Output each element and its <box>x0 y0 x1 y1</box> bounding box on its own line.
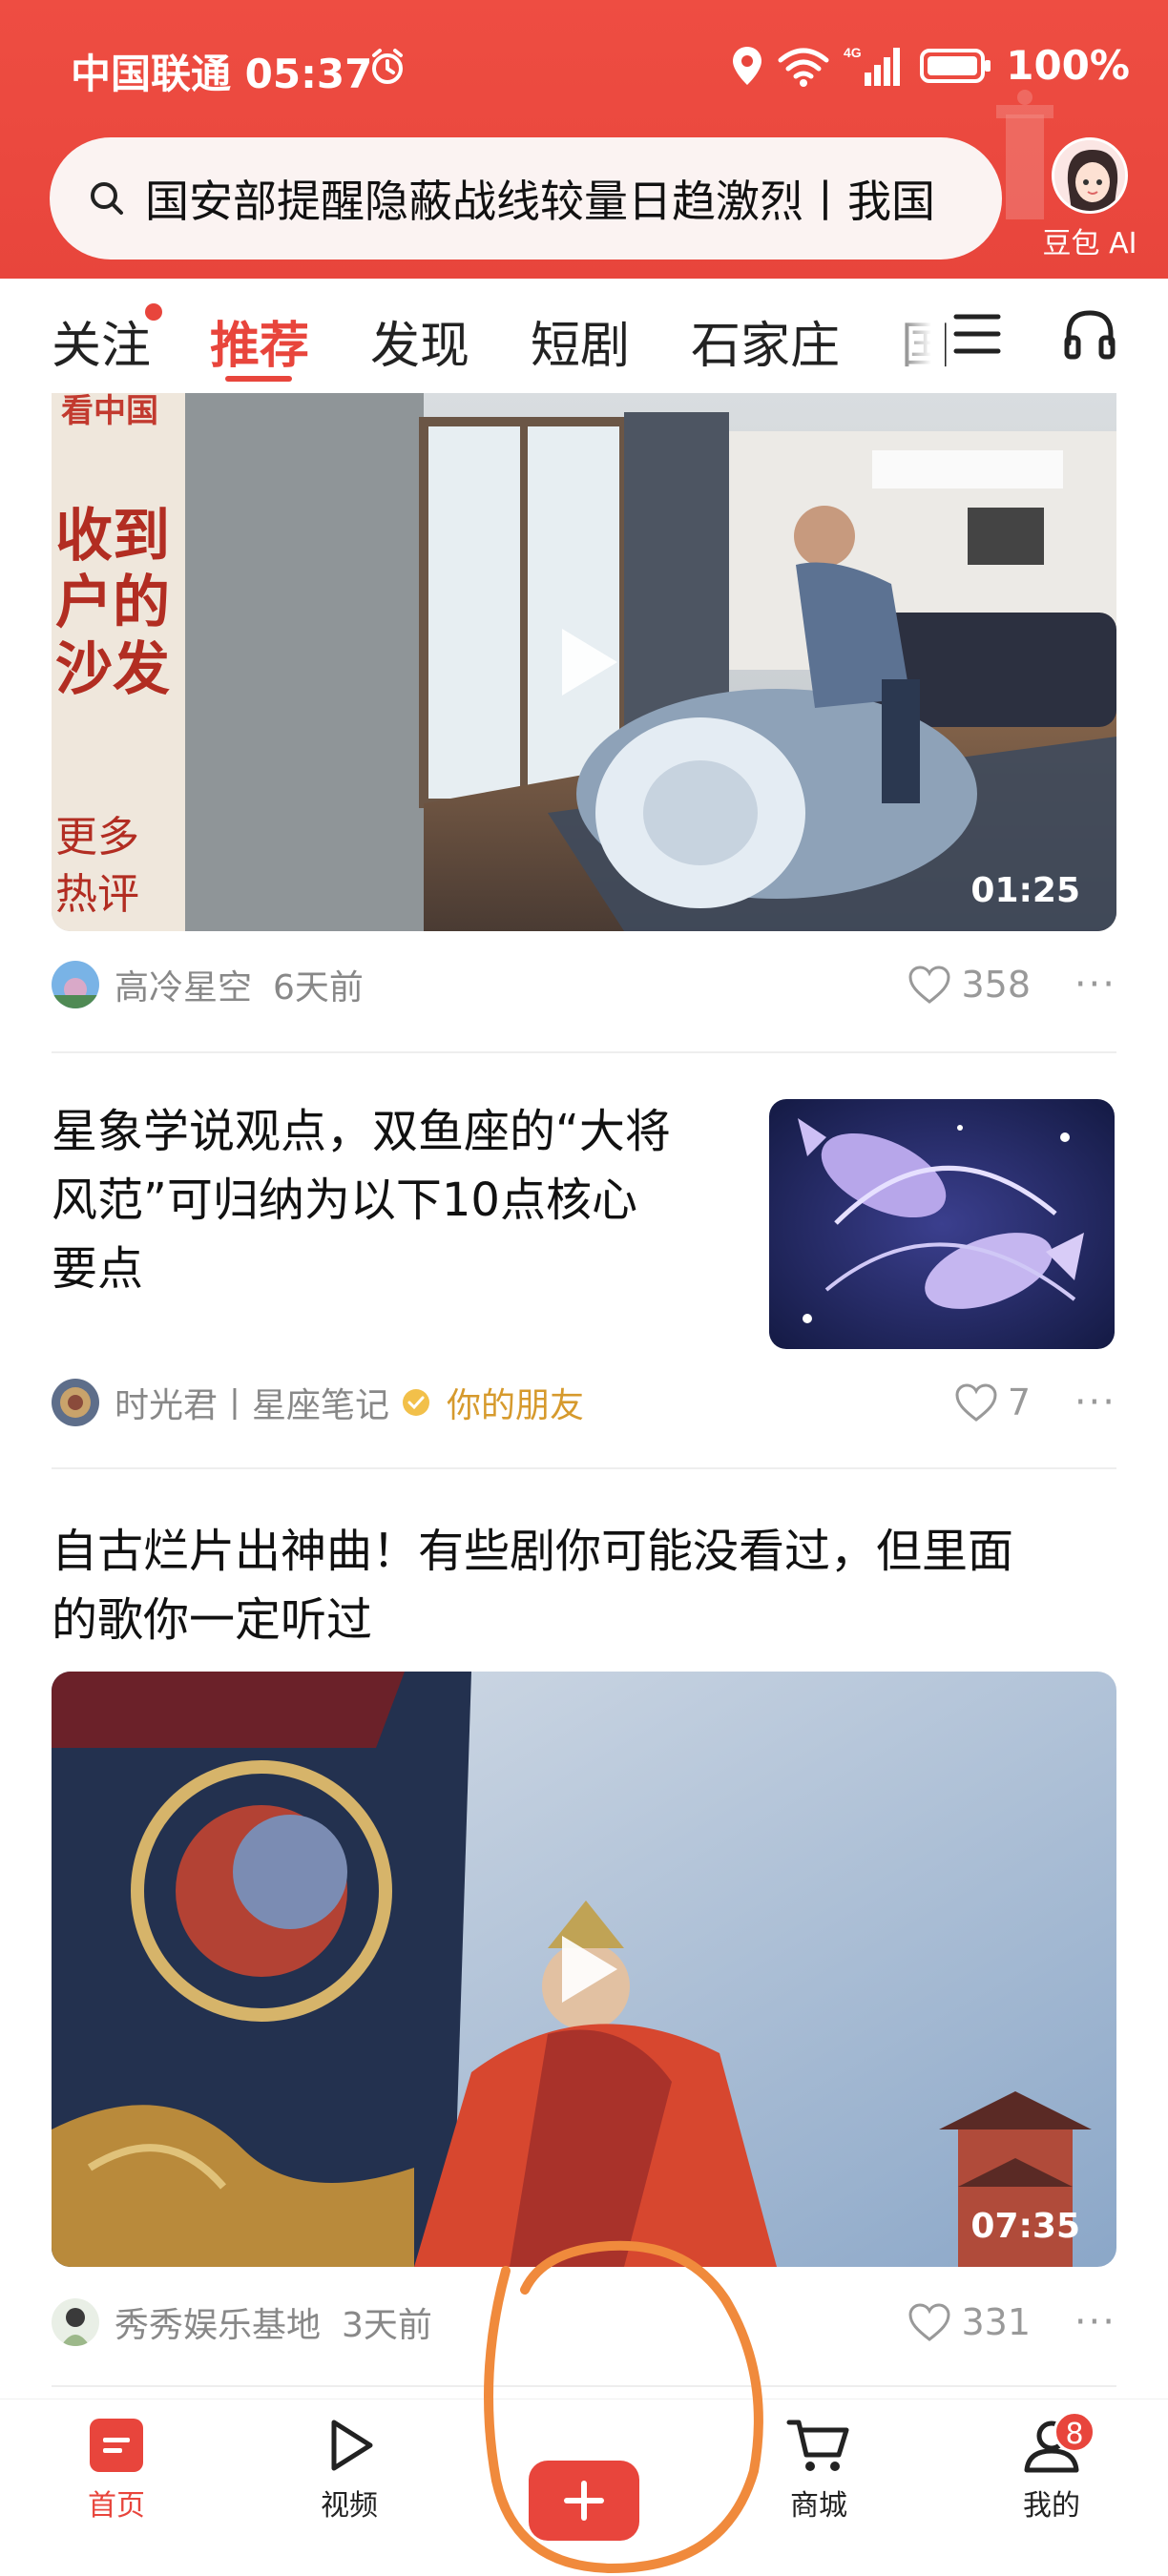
nav-mine[interactable]: 我的 8 <box>975 2411 1128 2524</box>
status-icons: 4G 100% <box>731 42 1130 89</box>
author-name[interactable]: 高冷星空 <box>115 960 252 1009</box>
video-play-icon <box>331 2420 373 2471</box>
search-bar[interactable]: 国安部提醒隐蔽战线较量日趋激烈丨我国 <box>50 137 1002 260</box>
ai-avatar-illustration <box>1054 140 1125 211</box>
like-count: 331 <box>961 2301 1031 2343</box>
author-name[interactable]: 时光君丨星座笔记 <box>115 1378 389 1427</box>
card-3-meta: 秀秀娱乐基地 3天前 331 ··· <box>52 2294 1116 2351</box>
tab-recommend[interactable]: 推荐 <box>210 305 309 377</box>
feed-divider <box>52 2385 1116 2387</box>
poster-text-1: 看中国 <box>61 393 158 430</box>
shopping-cart-icon <box>786 2420 849 2471</box>
publish-plus-button[interactable] <box>529 2461 639 2541</box>
author-avatar[interactable] <box>52 961 99 1008</box>
nav-video[interactable]: 视频 <box>273 2417 426 2524</box>
feed-divider <box>52 1051 1116 1053</box>
tab-discover[interactable]: 发现 <box>370 305 469 377</box>
article-title[interactable]: 星象学说观点，双鱼座的“大将 风范”可归纳为以下10点核心 要点 <box>52 1097 758 1303</box>
headphone-icon[interactable] <box>1061 305 1118 363</box>
poster-text-2: 收到 <box>55 503 170 570</box>
like-count: 7 <box>1007 1381 1031 1423</box>
carrier-time: 中国联通 05:37 <box>71 51 373 97</box>
card-2-meta: 时光君丨星座笔记 你的朋友 7 ··· <box>52 1374 1116 1431</box>
tab-follow[interactable]: 关注 <box>52 305 151 377</box>
cellular-signal-icon: 4G <box>844 45 901 86</box>
nav-video-label: 视频 <box>321 2489 378 2523</box>
poster-text-3: 户的 <box>55 570 170 636</box>
battery-icon <box>920 48 991 83</box>
top-header: 中国联通 05:37 4G 100% 国安部提醒隐蔽战线较量日趋激烈丨我国 豆包… <box>0 0 1168 279</box>
video-duration: 01:25 <box>970 871 1080 910</box>
tab-shijiazhuang[interactable]: 石家庄 <box>691 305 840 377</box>
play-icon[interactable] <box>541 619 627 705</box>
article-title-line: 风范”可归纳为以下10点核心 <box>52 1174 637 1227</box>
post-time: 6天前 <box>273 968 364 1008</box>
video-title-line: 自古烂片出神曲！有些剧你可能没看过，但里面 <box>52 1525 1014 1578</box>
bottom-navigation: 首页 视频 商城 我的 8 <box>0 2399 1168 2576</box>
doubao-ai-button[interactable]: 豆包 AI <box>1031 134 1149 267</box>
poster-text-5: 更多 <box>55 813 139 862</box>
notification-badge: 8 <box>1053 2411 1095 2453</box>
nav-mine-label: 我的 <box>1023 2489 1080 2523</box>
article-title-line: 要点 <box>52 1242 144 1296</box>
article-title-line: 星象学说观点，双鱼座的“大将 <box>52 1105 671 1158</box>
author-name[interactable]: 秀秀娱乐基地 <box>115 2297 321 2347</box>
video-card-1[interactable]: 看中国 收到 户的 沙发 更多 热评 01:25 <box>52 393 1116 931</box>
tab-fade <box>878 279 945 391</box>
video-duration: 07:35 <box>970 2207 1080 2246</box>
more-options-icon[interactable]: ··· <box>1074 1374 1116 1431</box>
location-icon <box>733 46 762 85</box>
author-avatar[interactable] <box>52 1379 99 1426</box>
ai-label: 豆包 AI <box>1042 227 1137 260</box>
heart-icon <box>908 966 950 1004</box>
like-count: 358 <box>961 964 1031 1006</box>
like-button[interactable]: 331 <box>907 2294 1031 2351</box>
heart-icon <box>955 1383 997 1422</box>
wifi-icon <box>778 48 829 87</box>
nav-mall[interactable]: 商城 <box>742 2417 895 2524</box>
search-suggestion-text: 国安部提醒隐蔽战线较量日趋激烈丨我国 <box>145 176 935 227</box>
nav-home-label: 首页 <box>88 2489 145 2523</box>
friend-label: 你的朋友 <box>447 1386 585 1425</box>
network-type: 4G <box>844 45 862 60</box>
more-options-icon[interactable]: ··· <box>1074 956 1116 1013</box>
video-card-3[interactable]: 07:35 <box>52 1672 1116 2267</box>
like-button[interactable]: 358 <box>907 956 1031 1013</box>
follow-notification-dot <box>145 303 162 321</box>
post-time: 3天前 <box>342 2306 432 2345</box>
tab-short-drama[interactable]: 短剧 <box>531 305 630 377</box>
menu-icon[interactable] <box>950 307 1004 361</box>
poster-text-6: 热评 <box>55 870 139 919</box>
alarm-icon <box>372 49 403 84</box>
video-title[interactable]: 自古烂片出神曲！有些剧你可能没看过，但里面 的歌你一定听过 <box>52 1517 1120 1654</box>
video-title-line: 的歌你一定听过 <box>52 1593 373 1647</box>
home-icon <box>90 2419 143 2472</box>
article-thumbnail[interactable] <box>769 1099 1115 1349</box>
battery-percent: 100% <box>1006 42 1130 89</box>
heart-icon <box>908 2303 950 2341</box>
plus-icon <box>564 2481 604 2521</box>
play-icon[interactable] <box>541 1926 627 2012</box>
nav-mall-label: 商城 <box>790 2489 847 2523</box>
card-1-meta: 高冷星空 6天前 358 ··· <box>52 956 1116 1013</box>
ai-avatar <box>1052 137 1128 214</box>
feed-divider <box>52 1467 1116 1469</box>
like-button[interactable]: 7 <box>954 1374 1031 1431</box>
nav-home[interactable]: 首页 <box>40 2417 193 2524</box>
verified-badge-icon <box>403 1389 430 1416</box>
more-options-icon[interactable]: ··· <box>1074 2294 1116 2351</box>
author-avatar[interactable] <box>52 2298 99 2346</box>
search-icon <box>91 182 123 215</box>
poster-text-4: 沙发 <box>55 636 170 703</box>
pisces-illustration <box>769 1099 1115 1349</box>
active-tab-indicator <box>225 376 292 382</box>
